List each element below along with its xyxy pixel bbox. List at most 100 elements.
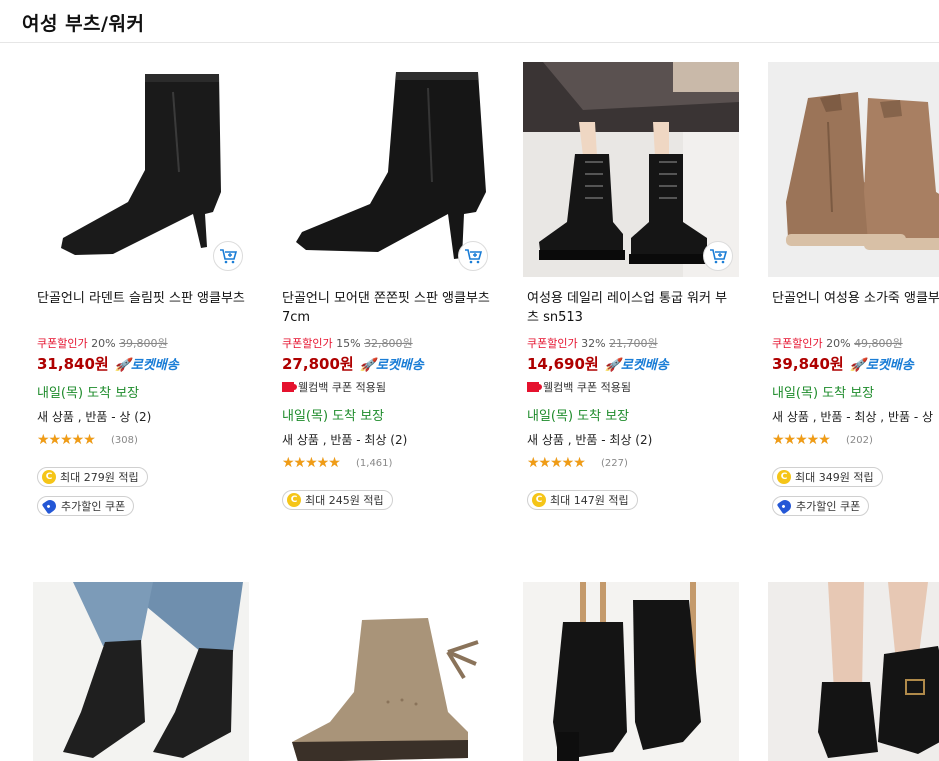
rocket-delivery-badge: 🚀로켓배송: [114, 358, 179, 373]
beige-bow-boot-icon: [278, 582, 494, 761]
rating-stars: ★★★★★ ★★★★★: [527, 455, 586, 471]
product-name[interactable]: 단골언니 모어댄 쫀쫀핏 스판 앵클부츠 7cm: [282, 289, 494, 327]
review-count: (202): [846, 434, 873, 446]
review-count: (1,461): [356, 457, 393, 469]
coupon-label: 쿠폰할인가: [527, 337, 578, 350]
welcome-coupon-icon: [527, 382, 542, 392]
rocket-delivery-badge: 🚀로켓배송: [359, 358, 424, 373]
welcome-coupon-note: 웰컴백 쿠폰 적용됨: [527, 379, 631, 395]
item-condition: 새 상품 , 반품 - 상 (2): [37, 410, 152, 424]
category-header: 여성 부츠/워커: [0, 0, 939, 43]
rating-stars: ★★★★★ ★★★★★: [772, 432, 831, 448]
item-condition: 새 상품 , 반품 - 최상 (2): [527, 433, 653, 447]
product-name[interactable]: 여성용 데일리 레이스업 통굽 워커 부츠 sn513: [527, 289, 739, 327]
rating: ★★★★★ ★★★★★ (202): [772, 433, 873, 447]
original-price: 21,700원: [609, 337, 658, 350]
product-image[interactable]: [768, 62, 939, 277]
reward-points-badge[interactable]: C 최대 245원 적립: [282, 490, 393, 510]
black-block-heel-boot-icon: [523, 582, 739, 761]
coupon-label: 쿠폰할인가: [772, 337, 823, 350]
coin-icon: C: [777, 470, 791, 484]
sale-price: 27,800원: [282, 355, 354, 373]
product-image[interactable]: [33, 62, 249, 277]
add-to-cart-button[interactable]: [703, 241, 733, 271]
product-card[interactable]: [278, 582, 494, 761]
cart-plus-icon: [710, 249, 727, 264]
coupon-label: 쿠폰할인가: [282, 337, 333, 350]
review-count: (308): [111, 434, 138, 446]
coin-icon: C: [42, 470, 56, 484]
coupon-tag-icon: [776, 497, 794, 515]
product-image[interactable]: [523, 582, 739, 761]
welcome-coupon-note: 웰컴백 쿠폰 적용됨: [282, 379, 386, 395]
product-image[interactable]: [523, 62, 739, 277]
product-card[interactable]: 단골언니 라덴트 슬림핏 스판 앵클부츠 쿠폰할인가 20% 39,800원 3…: [33, 62, 249, 522]
product-name[interactable]: 단골언니 라덴트 슬림핏 스판 앵클부츠: [37, 289, 249, 308]
product-card[interactable]: [523, 582, 739, 761]
suede-chelsea-boot-icon: [768, 62, 939, 277]
welcome-coupon-icon: [282, 382, 297, 392]
rating: ★★★★★ ★★★★★ (308): [37, 433, 138, 447]
rating-stars: ★★★★★ ★★★★★: [282, 455, 341, 471]
coupon-price-row: 쿠폰할인가 20% 39,800원: [37, 335, 168, 351]
discount-rate: 20%: [826, 337, 851, 350]
reward-points-badge[interactable]: C 최대 279원 적립: [37, 467, 148, 487]
black-buckle-boot-icon: [768, 582, 939, 761]
delivery-info: 내일(목) 도착 보장: [527, 409, 630, 424]
add-to-cart-button[interactable]: [458, 241, 488, 271]
rating-stars: ★★★★★ ★★★★★: [37, 432, 96, 448]
cart-plus-icon: [465, 249, 482, 264]
welcome-coupon-text: 웰컴백 쿠폰 적용됨: [543, 381, 631, 394]
original-price: 39,800원: [119, 337, 168, 350]
extra-coupon-badge[interactable]: 추가할인 쿠폰: [37, 496, 135, 516]
price-row: 39,840원 🚀로켓배송: [772, 353, 914, 374]
delivery-info: 내일(목) 도착 보장: [37, 386, 140, 401]
coupon-price-row: 쿠폰할인가 20% 49,800원: [772, 335, 903, 351]
coupon-label: 쿠폰할인가: [37, 337, 88, 350]
cart-plus-icon: [220, 249, 237, 264]
item-condition: 새 상품 , 반품 - 최상 (2): [282, 433, 408, 447]
reward-points-badge[interactable]: C 최대 349원 적립: [772, 467, 883, 487]
discount-rate: 20%: [91, 337, 116, 350]
add-to-cart-button[interactable]: [213, 241, 243, 271]
extra-coupon-text: 추가할인 쿠폰: [61, 500, 126, 513]
reward-points-text: 최대 279원 적립: [60, 471, 139, 484]
product-card[interactable]: [33, 582, 249, 761]
reward-points-text: 최대 147원 적립: [550, 494, 629, 507]
discount-rate: 15%: [336, 337, 361, 350]
reward-points-text: 최대 245원 적립: [305, 494, 384, 507]
category-title: 여성 부츠/워커: [22, 13, 145, 35]
original-price: 49,800원: [854, 337, 903, 350]
extra-coupon-text: 추가할인 쿠폰: [796, 500, 861, 513]
review-count: (227): [601, 457, 628, 469]
sock-boot-icon: [33, 582, 249, 761]
price-row: 14,690원 🚀로켓배송: [527, 353, 669, 374]
extra-coupon-badge[interactable]: 추가할인 쿠폰: [772, 496, 870, 516]
product-image[interactable]: [33, 582, 249, 761]
rocket-delivery-badge: 🚀로켓배송: [604, 358, 669, 373]
product-card[interactable]: [768, 582, 939, 761]
rating: ★★★★★ ★★★★★ (227): [527, 456, 628, 470]
coin-icon: C: [532, 493, 546, 507]
rocket-delivery-badge: 🚀로켓배송: [849, 358, 914, 373]
coupon-tag-icon: [41, 497, 59, 515]
welcome-coupon-text: 웰컴백 쿠폰 적용됨: [298, 381, 386, 394]
coin-icon: C: [287, 493, 301, 507]
product-card[interactable]: 단골언니 여성용 소가죽 앵클부츠 지퍼 쿠폰할인가 20% 49,800원 3…: [768, 62, 939, 522]
product-image[interactable]: [768, 582, 939, 761]
product-name[interactable]: 단골언니 여성용 소가죽 앵클부츠 지퍼: [772, 289, 939, 308]
product-card[interactable]: 여성용 데일리 레이스업 통굽 워커 부츠 sn513 쿠폰할인가 32% 21…: [523, 62, 739, 522]
product-card[interactable]: 단골언니 모어댄 쫀쫀핏 스판 앵클부츠 7cm 쿠폰할인가 15% 32,80…: [278, 62, 494, 522]
coupon-price-row: 쿠폰할인가 15% 32,800원: [282, 335, 413, 351]
reward-points-badge[interactable]: C 최대 147원 적립: [527, 490, 638, 510]
delivery-info: 내일(목) 도착 보장: [282, 409, 385, 424]
item-condition: 새 상품 , 반품 - 최상 , 반품 - 상: [772, 410, 934, 424]
price-row: 31,840원 🚀로켓배송: [37, 353, 179, 374]
reward-points-text: 최대 349원 적립: [795, 471, 874, 484]
product-image[interactable]: [278, 582, 494, 761]
sale-price: 39,840원: [772, 355, 844, 373]
delivery-info: 내일(목) 도착 보장: [772, 386, 875, 401]
sale-price: 31,840원: [37, 355, 109, 373]
product-image[interactable]: [278, 62, 494, 277]
discount-rate: 32%: [581, 337, 606, 350]
